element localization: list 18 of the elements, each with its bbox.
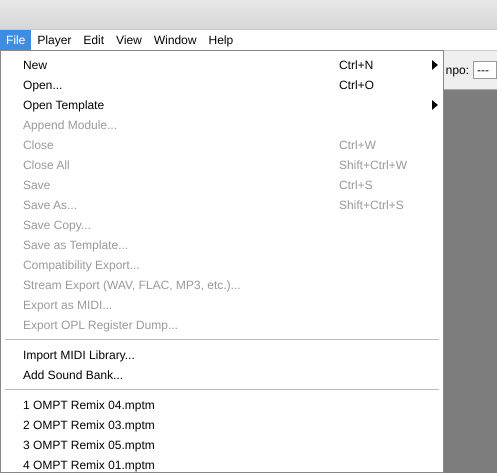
menu-entry[interactable]: 4 OMPT Remix 01.mptm: [1, 455, 443, 473]
tempo-field[interactable]: ---: [473, 61, 497, 79]
menu-entry[interactable]: 2 OMPT Remix 03.mptm: [1, 415, 443, 435]
menu-entry[interactable]: Open Template: [1, 95, 443, 115]
menu-entry[interactable]: New Ctrl+N: [1, 55, 443, 75]
menu-item[interactable]: Edit: [77, 30, 110, 50]
tempo-label: npo:: [446, 63, 469, 77]
submenu-arrow-icon: [432, 100, 438, 110]
menu-entry[interactable]: Add Sound Bank...: [1, 365, 443, 385]
menu-entry[interactable]: 3 OMPT Remix 05.mptm: [1, 435, 443, 455]
submenu-arrow-icon: [432, 60, 438, 70]
menu-item[interactable]: Window: [148, 30, 203, 50]
menu-item[interactable]: View: [110, 30, 148, 50]
menu-entry[interactable]: 1 OMPT Remix 04.mptm: [1, 395, 443, 415]
menu-entry[interactable]: Open... Ctrl+O: [1, 75, 443, 95]
menu-item[interactable]: Help: [202, 30, 240, 50]
menu-item[interactable]: Player: [31, 30, 78, 50]
menu-entry[interactable]: Import MIDI Library...: [1, 345, 443, 365]
